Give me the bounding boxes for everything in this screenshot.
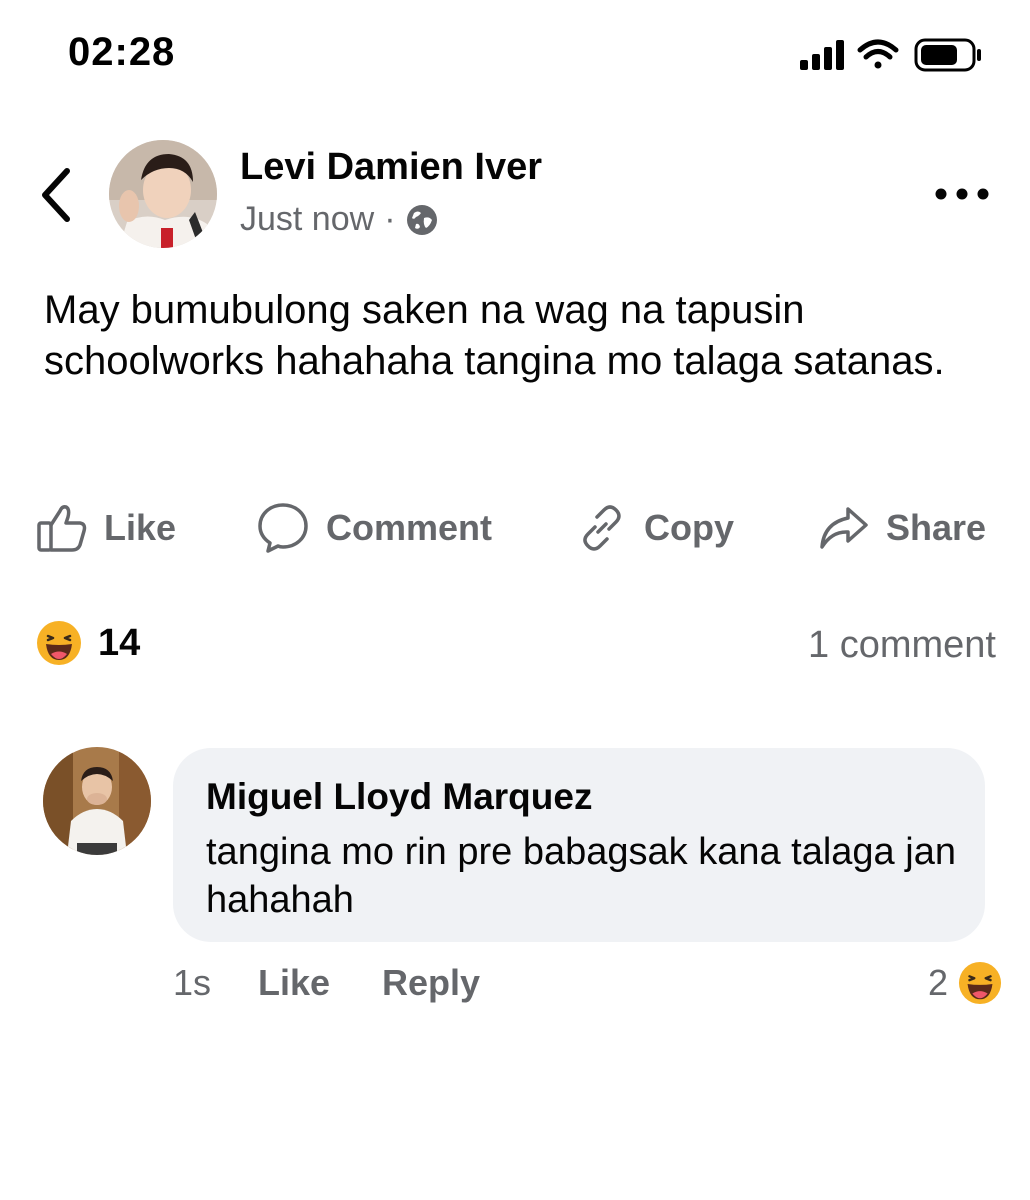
reaction-count: 14 — [98, 621, 141, 664]
copy-button[interactable]: Copy — [576, 498, 734, 558]
status-icons — [796, 36, 986, 76]
post-timestamp: Just now — [240, 200, 375, 238]
like-label: Like — [104, 507, 177, 548]
more-options-button[interactable] — [932, 176, 992, 212]
commenter-name[interactable]: Miguel Lloyd Marquez — [206, 776, 592, 818]
comment-time: 1s — [173, 962, 212, 1003]
share-label: Share — [886, 507, 987, 548]
like-button[interactable]: Like — [36, 498, 176, 558]
comment-label: Comment — [326, 507, 493, 548]
comment-button[interactable]: Comment — [256, 498, 492, 558]
meta-separator: · — [384, 200, 396, 238]
comment-count[interactable]: 1 comment — [808, 624, 996, 667]
post-text: May bumubulong saken na wag na tapusin s… — [44, 288, 945, 383]
reactions-summary[interactable]: 14 — [36, 620, 140, 666]
signal-icon — [800, 40, 844, 70]
comment-reply-button[interactable]: Reply — [382, 958, 480, 1008]
copy-label: Copy — [644, 507, 734, 548]
globe-icon — [406, 204, 437, 235]
comment-text: tangina mo rin pre babagsak kana talaga … — [206, 831, 956, 921]
status-time: 02:28 — [68, 30, 176, 74]
author-avatar[interactable] — [109, 140, 217, 248]
haha-emoji-icon — [37, 621, 81, 665]
comment-reaction-count: 2 — [927, 962, 948, 1003]
share-arrow-icon — [820, 507, 868, 549]
battery-icon — [914, 38, 981, 72]
share-button[interactable]: Share — [818, 498, 986, 558]
comment-reactions[interactable]: 2 — [928, 958, 1002, 1008]
link-icon — [583, 505, 621, 551]
commenter-avatar[interactable] — [43, 747, 151, 855]
post-author-name[interactable]: Levi Damien Iver — [240, 146, 542, 189]
chevron-left-icon — [42, 168, 70, 222]
back-button[interactable] — [30, 160, 82, 230]
comment-bubble-icon — [258, 503, 308, 553]
thumbs-up-icon — [37, 505, 87, 552]
wifi-icon — [857, 39, 899, 69]
haha-emoji-icon — [958, 961, 1002, 1005]
comment-like-button[interactable]: Like — [258, 958, 330, 1008]
more-dots-icon — [935, 188, 989, 200]
post-meta: Just now · — [240, 200, 438, 239]
